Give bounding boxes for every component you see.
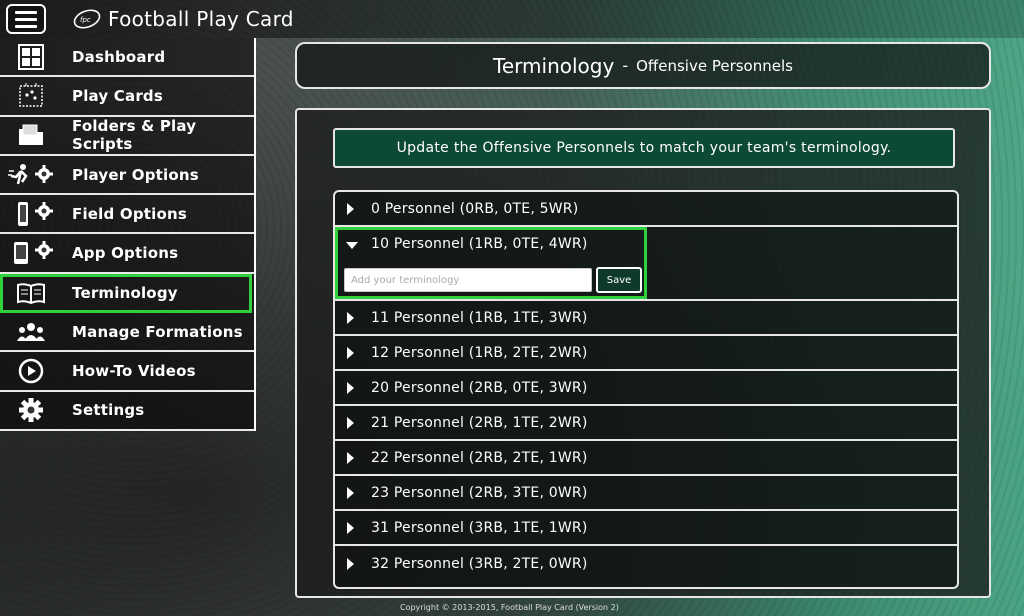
sidebar-item-player-options[interactable]: Player Options (0, 156, 254, 196)
personnel-row-10-wrapper: 10 Personnel (1RB, 0TE, 4WR) Save (335, 227, 957, 301)
personnel-row-31[interactable]: 31 Personnel (3RB, 1TE, 1WR) (335, 511, 957, 546)
sidebar-item-app-options[interactable]: App Options (0, 234, 254, 274)
gear-icon (8, 396, 54, 424)
sidebar-item-label: Player Options (72, 165, 199, 184)
chevron-right-icon (347, 451, 354, 464)
sidebar-item-label: Folders & Play Scripts (72, 117, 197, 154)
menu-line (15, 17, 37, 21)
play-cards-icon (8, 82, 54, 110)
menu-line (15, 24, 37, 28)
chevron-right-icon (347, 416, 354, 429)
sidebar-item-label: App Options (72, 244, 179, 263)
personnel-label: 11 Personnel (1RB, 1TE, 3WR) (371, 309, 588, 326)
chevron-right-icon (347, 346, 354, 359)
chevron-right-icon (347, 311, 354, 324)
personnel-label: 32 Personnel (3RB, 2TE, 0WR) (371, 555, 588, 572)
personnel-row-12[interactable]: 12 Personnel (1RB, 2TE, 2WR) (335, 336, 957, 371)
field-gear-icon (8, 200, 54, 228)
chevron-down-icon (346, 242, 358, 249)
folder-icon (8, 121, 54, 149)
group-icon (8, 318, 54, 346)
sidebar-item-settings[interactable]: Settings (0, 392, 254, 431)
info-banner: Update the Offensive Personnels to match… (333, 128, 955, 168)
copyright-text: Copyright © 2013-2015, Football Play Car… (400, 603, 619, 612)
chevron-right-icon (347, 521, 354, 534)
sidebar-item-label: Manage Formations (72, 322, 243, 341)
sidebar-item-dashboard[interactable]: Dashboard (0, 38, 254, 78)
personnel-row-21[interactable]: 21 Personnel (2RB, 1TE, 2WR) (335, 406, 957, 441)
personnel-row-11[interactable]: 11 Personnel (1RB, 1TE, 3WR) (335, 301, 957, 336)
football-logo-icon: fpc (72, 8, 102, 30)
player-gear-icon (8, 161, 54, 189)
personnel-label: 20 Personnel (2RB, 0TE, 3WR) (371, 379, 588, 396)
personnel-row-0[interactable]: 0 Personnel (0RB, 0TE, 5WR) (335, 192, 957, 227)
app-title: Football Play Card (108, 7, 294, 31)
page-header: Terminology - Offensive Personnels (295, 42, 991, 89)
page-title: Terminology (493, 53, 615, 78)
menu-line (15, 10, 37, 14)
sidebar-item-manage-formations[interactable]: Manage Formations (0, 313, 254, 353)
personnel-label: 31 Personnel (3RB, 1TE, 1WR) (371, 519, 588, 536)
chevron-right-icon (347, 557, 354, 570)
sidebar-item-folders[interactable]: Folders & Play Scripts (0, 117, 254, 156)
save-button[interactable]: Save (596, 267, 642, 293)
sidebar-item-label: Play Cards (72, 86, 163, 105)
sidebar-item-how-to-videos[interactable]: How-To Videos (0, 352, 254, 392)
sidebar-item-label: How-To Videos (72, 362, 196, 381)
app-gear-icon (8, 239, 54, 267)
chevron-right-icon (347, 486, 354, 499)
sidebar-item-label: Settings (72, 401, 145, 420)
logo-text: fpc (80, 16, 91, 24)
sidebar-item-terminology[interactable]: Terminology (0, 273, 252, 314)
chevron-right-icon (347, 202, 354, 215)
personnel-label: 12 Personnel (1RB, 2TE, 2WR) (371, 344, 588, 361)
dashboard-grid-icon (8, 43, 54, 71)
personnel-label: 22 Personnel (2RB, 2TE, 1WR) (371, 449, 588, 466)
sidebar-item-label: Field Options (72, 204, 187, 223)
sidebar-item-label: Dashboard (72, 47, 166, 66)
personnel-label: 0 Personnel (0RB, 0TE, 5WR) (371, 200, 579, 217)
personnel-label: 21 Personnel (2RB, 1TE, 2WR) (371, 414, 588, 431)
sidebar: Dashboard Play Cards Folders & Play Scri… (0, 38, 256, 431)
play-circle-icon (8, 357, 54, 385)
chevron-right-icon (347, 381, 354, 394)
hamburger-menu-button[interactable] (6, 4, 46, 34)
personnel-label: 10 Personnel (1RB, 0TE, 4WR) (371, 236, 588, 252)
personnel-row-22[interactable]: 22 Personnel (2RB, 2TE, 1WR) (335, 441, 957, 476)
page-subtitle: Offensive Personnels (636, 56, 793, 75)
top-bar: fpc Football Play Card (0, 0, 1024, 38)
title-separator: - (622, 56, 629, 75)
book-icon (8, 279, 54, 307)
personnel-accordion: 0 Personnel (0RB, 0TE, 5WR) 10 Personnel… (333, 190, 959, 589)
personnel-label: 23 Personnel (2RB, 3TE, 0WR) (371, 484, 588, 501)
sidebar-item-label: Terminology (72, 284, 178, 303)
personnel-row-20[interactable]: 20 Personnel (2RB, 0TE, 3WR) (335, 371, 957, 406)
personnel-row-32[interactable]: 32 Personnel (3RB, 2TE, 0WR) (335, 546, 957, 581)
sidebar-item-play-cards[interactable]: Play Cards (0, 77, 254, 117)
terminology-input[interactable] (344, 268, 592, 292)
sidebar-item-field-options[interactable]: Field Options (0, 195, 254, 235)
personnel-row-10-expanded[interactable]: 10 Personnel (1RB, 0TE, 4WR) Save (335, 227, 647, 299)
personnel-row-23[interactable]: 23 Personnel (2RB, 3TE, 0WR) (335, 476, 957, 511)
main-content-panel: Update the Offensive Personnels to match… (295, 108, 991, 598)
